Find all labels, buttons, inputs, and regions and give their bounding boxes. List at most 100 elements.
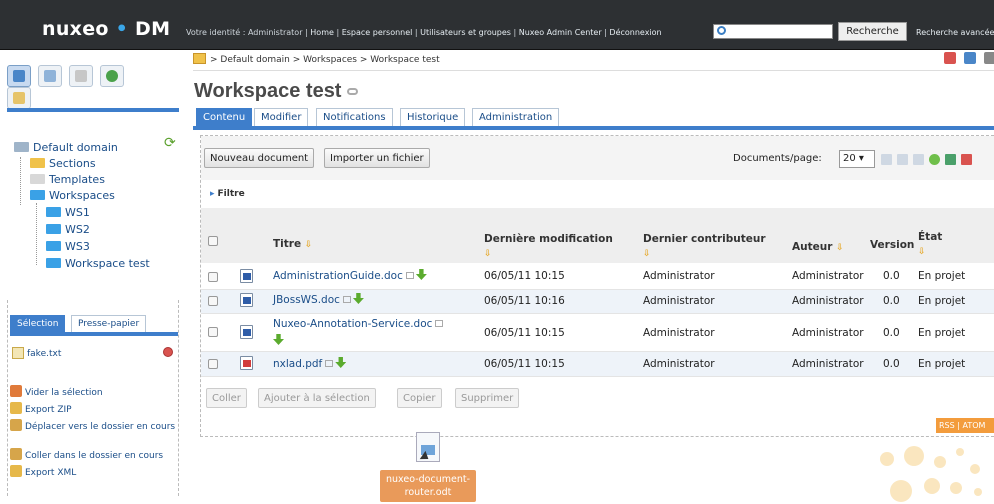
tree-item-templates[interactable]: Templates [30, 173, 105, 186]
download-icon[interactable] [352, 293, 364, 304]
external-link-icon[interactable] [325, 360, 334, 367]
nuxeo-logo[interactable]: nuxeo • DM [42, 18, 170, 40]
external-link-icon[interactable] [435, 320, 444, 327]
cell-version: 0.0 [883, 270, 900, 282]
document-title-link[interactable]: AdministrationGuide.doc [273, 269, 427, 282]
external-link-icon[interactable] [405, 272, 414, 279]
identity-text: Votre identité : Administrator [186, 28, 303, 37]
user-links: Votre identité : Administrator | Home | … [186, 28, 662, 37]
workspace-icon [46, 258, 61, 268]
download-icon[interactable] [415, 269, 427, 280]
content-toolbar [201, 136, 994, 180]
row-checkbox[interactable] [208, 327, 218, 337]
word-document-icon [240, 269, 253, 283]
thumbnail-view-icon[interactable] [913, 154, 924, 165]
more-icon[interactable] [984, 52, 994, 64]
search-tab[interactable] [38, 65, 62, 87]
link-logout[interactable]: Déconnexion [609, 28, 661, 37]
tab-notifications[interactable]: Notifications [316, 108, 393, 127]
action-paste-here[interactable]: Coller dans le dossier en cours [10, 448, 178, 462]
tree-item-workspaces[interactable]: Workspaces [30, 189, 115, 202]
link-home[interactable]: Home [310, 28, 334, 37]
print-icon[interactable] [944, 52, 956, 64]
tree-item-ws3[interactable]: WS3 [46, 240, 90, 253]
cell-state: En projet [918, 270, 966, 282]
column-state[interactable]: État ⇩ [918, 230, 942, 259]
paste-button[interactable]: Coller [206, 388, 247, 408]
tab-clipboard[interactable]: Presse-papier [71, 315, 147, 333]
select-all-checkbox[interactable] [208, 236, 218, 246]
import-file-button[interactable]: Importer un fichier [324, 148, 430, 168]
refresh-icon[interactable]: ⟳ [164, 135, 176, 151]
cell-version: 0.0 [883, 327, 900, 339]
sort-icon: ⇩ [484, 249, 492, 259]
home-folder-icon[interactable] [193, 53, 206, 64]
column-title[interactable]: Titre ⇩ [273, 237, 312, 252]
tab-administration[interactable]: Administration [472, 108, 560, 127]
header-divider [193, 70, 994, 71]
search-button[interactable]: Recherche [838, 22, 907, 41]
remove-icon[interactable] [163, 347, 173, 357]
tab-selection[interactable]: Sélection [10, 315, 66, 333]
new-document-button[interactable]: Nouveau document [204, 148, 315, 168]
domain-icon [14, 142, 29, 152]
text-file-icon [12, 347, 24, 359]
tree-item-ws1[interactable]: WS1 [46, 206, 90, 219]
tree-item-sections[interactable]: Sections [30, 157, 96, 170]
cell-state: En projet [918, 295, 966, 307]
add-to-selection-button[interactable]: Ajouter à la sélection [258, 388, 376, 408]
pdf-export-icon[interactable] [961, 154, 972, 165]
action-clear-selection[interactable]: Vider la sélection [10, 385, 178, 399]
filter-toggle[interactable]: ▸ Filtre [210, 189, 245, 199]
globe-tab[interactable] [100, 65, 124, 87]
docs-per-page-select[interactable]: 20 ▾ [839, 150, 875, 168]
search-input[interactable] [713, 24, 833, 39]
cell-modified: 06/05/11 10:15 [484, 270, 565, 282]
tree-item-ws2[interactable]: WS2 [46, 223, 90, 236]
navigation-tab[interactable] [7, 65, 31, 87]
column-modified[interactable]: Dernière modification ⇩ [484, 232, 624, 261]
list-view-icon[interactable] [881, 154, 892, 165]
spreadsheet-icon[interactable] [945, 154, 956, 165]
compact-view-icon[interactable] [897, 154, 908, 165]
document-title-link[interactable]: Nuxeo-Annotation-Service.doc [273, 318, 444, 330]
row-checkbox[interactable] [208, 296, 218, 306]
tree-item-default-domain[interactable]: Default domain [14, 141, 118, 154]
row-checkbox[interactable] [208, 272, 218, 282]
pdf-document-icon [240, 356, 253, 370]
download-icon[interactable] [335, 357, 347, 368]
document-title-link[interactable]: JBossWS.doc [273, 293, 364, 306]
tag-tab[interactable] [69, 65, 93, 87]
row-checkbox[interactable] [208, 359, 218, 369]
advanced-search-link[interactable]: Recherche avancée [916, 28, 994, 37]
refresh-icon[interactable] [929, 154, 940, 165]
permalink-icon[interactable] [347, 88, 359, 95]
sort-icon: ⇩ [918, 247, 926, 257]
tab-edit[interactable]: Modifier [254, 108, 309, 127]
tag-icon [75, 70, 87, 82]
export-icon [10, 465, 22, 477]
note-icon [13, 92, 25, 104]
tab-content[interactable]: Contenu [196, 108, 253, 127]
workspace-folder-icon [30, 190, 45, 200]
document-title-link[interactable]: nxlad.pdf [273, 357, 347, 370]
expand-icon: ▸ [210, 189, 215, 199]
export-page-icon[interactable] [964, 52, 976, 64]
link-personal-space[interactable]: Espace personnel [342, 28, 413, 37]
action-export-xml[interactable]: Export XML [10, 465, 178, 479]
link-users-groups[interactable]: Utilisateurs et groupes [420, 28, 511, 37]
delete-button[interactable]: Supprimer [455, 388, 520, 408]
copy-button[interactable]: Copier [397, 388, 442, 408]
action-export-zip[interactable]: Export ZIP [10, 402, 178, 416]
column-author[interactable]: Auteur ⇩ [792, 240, 844, 255]
note-tab[interactable] [7, 87, 31, 109]
action-move-here[interactable]: Déplacer vers le dossier en cours [10, 419, 178, 433]
external-link-icon[interactable] [342, 296, 351, 303]
cell-modified: 06/05/11 10:16 [484, 295, 565, 307]
tree-item-workspace-test[interactable]: Workspace test [46, 257, 150, 270]
column-contributor[interactable]: Dernier contributeur ⇩ [643, 232, 778, 261]
selection-item[interactable]: fake.txt [12, 347, 61, 359]
link-admin-center[interactable]: Nuxeo Admin Center [519, 28, 602, 37]
column-version[interactable]: Version [870, 238, 914, 252]
tab-history[interactable]: Historique [400, 108, 466, 127]
